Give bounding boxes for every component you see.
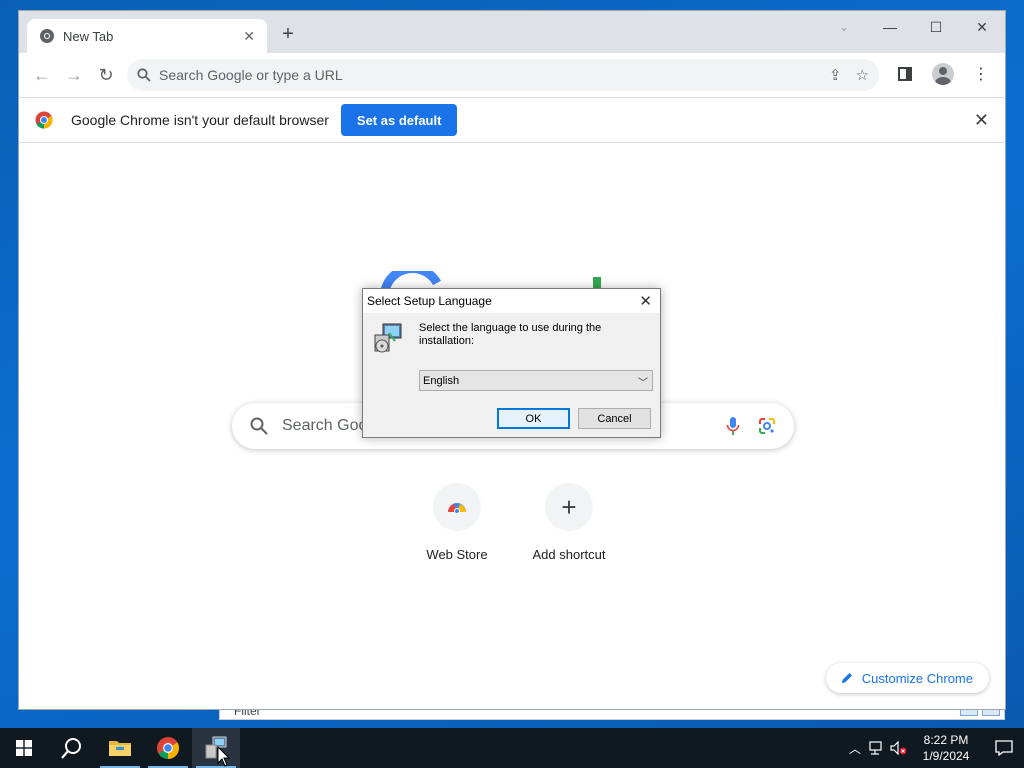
tab-search-icon[interactable]: ⌄ [821, 11, 867, 43]
browser-toolbar: ← → ↻ ⇪ ☆ ⋮ [19, 53, 1005, 97]
set-as-default-button[interactable]: Set as default [340, 104, 458, 136]
setup-language-dialog: Select Setup Language ✕ Select the langu… [362, 288, 661, 438]
shortcut-label: Add shortcut [532, 547, 606, 562]
omnibox[interactable]: ⇪ ☆ [127, 59, 879, 91]
window-controls: ⌄ — ☐ ✕ [821, 11, 1005, 43]
setup-installer-icon [374, 323, 402, 353]
search-icon [250, 417, 268, 435]
reload-button[interactable]: ↻ [91, 60, 121, 90]
taskbar-search-button[interactable] [48, 728, 96, 768]
forward-button[interactable]: → [59, 60, 89, 90]
dialog-body: Select the language to use during the in… [363, 313, 660, 438]
tab-close-icon[interactable]: ✕ [243, 28, 255, 45]
google-lens-icon[interactable] [758, 417, 776, 435]
infobar-message: Google Chrome isn't your default browser [71, 112, 329, 128]
shortcut-label: Web Store [426, 547, 488, 562]
cancel-button[interactable]: Cancel [578, 408, 651, 429]
customize-chrome-button[interactable]: Customize Chrome [825, 663, 989, 693]
omnibox-actions: ⇪ ☆ [829, 66, 869, 84]
start-button[interactable] [0, 728, 48, 768]
dialog-close-icon[interactable]: ✕ [639, 292, 652, 310]
mouse-cursor-icon [217, 746, 231, 767]
omnibox-input[interactable] [159, 67, 829, 83]
default-browser-infobar: Google Chrome isn't your default browser… [19, 97, 1005, 143]
volume-muted-icon[interactable] [888, 741, 910, 755]
maximize-button[interactable]: ☐ [913, 11, 959, 43]
plus-icon: + [545, 483, 593, 531]
tab-new-tab[interactable]: New Tab ✕ [27, 19, 267, 53]
language-select[interactable]: English ﹀ [419, 370, 653, 391]
chrome-icon [157, 737, 179, 759]
share-icon[interactable]: ⇪ [829, 66, 842, 84]
minimize-button[interactable]: — [867, 11, 913, 43]
chevron-up-icon[interactable]: ︿ [844, 740, 866, 757]
clock-time: 8:22 PM [923, 733, 969, 747]
customize-chrome-label: Customize Chrome [861, 670, 973, 686]
tab-strip: New Tab ✕ + ⌄ — ☐ ✕ [19, 11, 1005, 53]
shortcut-web-store[interactable]: Web Store [401, 483, 513, 562]
system-tray: ︿ 8:22 PM 1/9/2024 [844, 728, 1024, 768]
avatar [932, 63, 954, 85]
new-tab-button[interactable]: + [277, 24, 299, 46]
chrome-logo-icon [35, 111, 53, 129]
notification-center-icon[interactable] [984, 740, 1024, 756]
clock[interactable]: 8:22 PM 1/9/2024 [918, 732, 974, 764]
search-icon [61, 738, 81, 759]
menu-kebab-icon[interactable]: ⋮ [967, 60, 995, 88]
search-icon [137, 68, 151, 82]
chrome-tab-icon [40, 29, 54, 43]
network-icon[interactable] [866, 741, 888, 755]
dialog-message: Select the language to use during the in… [419, 322, 602, 347]
dialog-titlebar: Select Setup Language ✕ [363, 289, 660, 313]
file-explorer-icon [109, 741, 131, 756]
taskbar-chrome[interactable] [144, 728, 192, 768]
profile-button[interactable] [929, 60, 957, 88]
language-select-value: English [423, 374, 460, 387]
taskbar-setup[interactable] [192, 728, 240, 768]
toolbar-right: ⋮ [891, 60, 995, 88]
taskbar: ︿ 8:22 PM 1/9/2024 [0, 728, 1024, 768]
dialog-title: Select Setup Language [367, 294, 492, 308]
web-store-icon [433, 483, 481, 531]
close-window-button[interactable]: ✕ [959, 11, 1005, 43]
tab-title: New Tab [63, 28, 114, 44]
clock-date: 1/9/2024 [922, 749, 970, 763]
chevron-down-icon: ﹀ [638, 378, 648, 389]
bookmark-star-icon[interactable]: ☆ [856, 66, 869, 84]
pencil-icon [841, 673, 852, 683]
shortcut-add[interactable]: + Add shortcut [513, 483, 625, 562]
taskbar-file-explorer[interactable] [96, 728, 144, 768]
start-icon [16, 740, 32, 756]
back-button[interactable]: ← [27, 60, 57, 90]
voice-search-icon[interactable] [726, 416, 740, 436]
ok-button[interactable]: OK [497, 408, 570, 429]
side-panel-icon[interactable] [891, 60, 919, 88]
infobar-close-icon[interactable]: ✕ [974, 110, 989, 131]
